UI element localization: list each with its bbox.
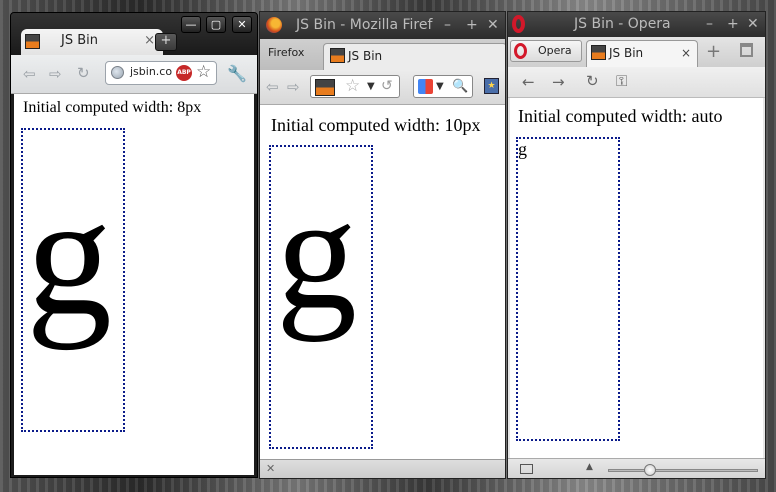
jsbin-favicon-icon <box>25 34 40 49</box>
chevron-down-icon[interactable]: ▼ <box>367 76 375 97</box>
zoom-slider[interactable] <box>608 464 758 476</box>
opera-window-title: JS Bin - Opera <box>574 16 671 32</box>
opera-page-content: Initial computed width: auto g <box>510 98 763 458</box>
zoom-menu-arrow-icon[interactable]: ▲ <box>586 462 593 472</box>
chrome-tab-jsbin[interactable]: JS Bin × <box>21 29 163 55</box>
key-icon[interactable]: ⚿ <box>616 73 627 89</box>
zoom-slider-knob[interactable] <box>644 464 657 476</box>
firefox-page-text: Initial computed width: 10px <box>271 115 481 135</box>
chrome-tabstrip: JS Bin × + — ▢ ✕ <box>11 13 257 55</box>
firefox-tab-jsbin[interactable]: JS Bin <box>323 43 505 71</box>
opera-small-g: g <box>518 139 527 159</box>
reload-icon[interactable]: ↻ <box>586 73 599 89</box>
opera-minimize-button[interactable]: – <box>706 12 713 37</box>
forward-arrow-icon[interactable]: ⇨ <box>287 79 300 95</box>
addon-bar-close-icon[interactable]: ✕ <box>266 462 275 475</box>
chrome-omnibox[interactable]: jsbin.co ABP ☆ <box>105 61 217 85</box>
jsbin-favicon-icon <box>591 45 606 60</box>
back-arrow-icon[interactable]: ← <box>522 74 535 90</box>
forward-arrow-icon[interactable]: → <box>552 74 565 90</box>
opera-logo-icon <box>512 15 525 33</box>
reload-icon[interactable]: ↺ <box>381 76 393 97</box>
chrome-close-button[interactable]: ✕ <box>232 16 252 33</box>
firefox-toolbar: ⇦ ⇨ ☆ ▼ ↺ ▼ 🔍 ★ <box>260 70 505 105</box>
opera-close-button[interactable]: ✕ <box>747 12 759 37</box>
firefox-close-button[interactable]: ✕ <box>487 12 499 39</box>
panel-toggle-icon[interactable] <box>520 464 533 474</box>
opera-menu-label: Opera <box>538 44 572 57</box>
globe-icon <box>111 66 124 79</box>
firefox-window: JS Bin - Mozilla Firef – + ✕ Firefox JS … <box>259 11 506 479</box>
bookmark-star-icon[interactable]: ☆ <box>196 62 211 82</box>
chrome-page-text: Initial computed width: 8px <box>23 99 202 116</box>
firefox-dotted-box: g <box>269 145 373 449</box>
chrome-new-tab-button[interactable]: + <box>155 33 177 51</box>
firefox-tab-label: JS Bin <box>348 49 383 63</box>
reload-icon[interactable]: ↻ <box>77 65 90 81</box>
back-arrow-icon[interactable]: ⇦ <box>266 79 279 95</box>
chrome-big-g: g <box>26 161 112 351</box>
firefox-searchbar[interactable]: ▼ 🔍 <box>413 75 473 98</box>
opera-toolbar: ← → ↻ ⚿ <box>508 67 765 98</box>
firefox-menu-button[interactable]: Firefox <box>268 46 304 59</box>
opera-tab-label: JS Bin <box>609 46 644 60</box>
chrome-tab-close-icon[interactable]: × <box>144 29 155 53</box>
opera-page-text: Initial computed width: auto <box>518 106 723 126</box>
firefox-statusbar: ✕ <box>260 459 505 478</box>
opera-tab-jsbin[interactable]: JS Bin × <box>586 40 698 68</box>
chrome-dotted-box: g <box>21 128 125 432</box>
firefox-page-content: Initial computed width: 10px g <box>260 105 505 459</box>
opera-tab-close-icon[interactable]: × <box>681 41 691 65</box>
trash-icon[interactable] <box>740 43 753 57</box>
jsbin-favicon-icon <box>330 48 345 63</box>
opera-new-tab-icon[interactable]: + <box>706 41 721 62</box>
opera-menu-button[interactable]: Opera <box>510 40 582 62</box>
google-search-icon[interactable] <box>418 79 433 94</box>
opera-tabbar: Opera JS Bin × + <box>508 37 765 68</box>
firefox-window-title: JS Bin - Mozilla Firef <box>296 17 433 33</box>
firefox-maximize-button[interactable]: + <box>466 12 478 39</box>
firefox-logo-icon <box>266 17 282 33</box>
opera-dotted-box: g <box>516 137 620 441</box>
firefox-urlbar[interactable]: ☆ ▼ ↺ <box>310 75 400 98</box>
firefox-big-g: g <box>276 164 357 343</box>
firefox-tabbar: Firefox JS Bin <box>260 39 505 71</box>
opera-logo-icon <box>514 43 527 59</box>
opera-maximize-button[interactable]: + <box>727 12 739 37</box>
firefox-titlebar: JS Bin - Mozilla Firef – + ✕ <box>260 12 505 39</box>
site-identity-icon <box>315 79 335 96</box>
chrome-maximize-button[interactable]: ▢ <box>206 16 226 33</box>
omnibox-url: jsbin.co <box>130 65 173 78</box>
adblock-plus-icon[interactable]: ABP <box>176 65 192 81</box>
opera-statusbar: ▲ <box>508 458 765 478</box>
chrome-window: JS Bin × + — ▢ ✕ ⇦ ⇨ ↻ jsbin.co ABP ☆ 🔧 … <box>10 12 258 478</box>
chrome-page-content: Initial computed width: 8px g <box>14 94 254 475</box>
bookmarks-icon[interactable]: ★ <box>484 78 499 94</box>
chrome-toolbar: ⇦ ⇨ ↻ jsbin.co ABP ☆ 🔧 <box>11 55 257 94</box>
back-arrow-icon[interactable]: ⇦ <box>23 66 36 82</box>
search-icon[interactable]: 🔍 <box>452 76 468 97</box>
forward-arrow-icon[interactable]: ⇨ <box>49 66 62 82</box>
wrench-icon[interactable]: 🔧 <box>227 64 247 83</box>
opera-titlebar: JS Bin - Opera – + ✕ <box>508 12 765 37</box>
chevron-down-icon[interactable]: ▼ <box>436 76 444 97</box>
chrome-tab-label: JS Bin <box>61 33 98 48</box>
chrome-minimize-button[interactable]: — <box>181 16 201 33</box>
bookmark-star-icon[interactable]: ☆ <box>345 76 360 97</box>
firefox-minimize-button[interactable]: – <box>444 12 451 39</box>
opera-window: JS Bin - Opera – + ✕ Opera JS Bin × + ← … <box>507 11 766 479</box>
